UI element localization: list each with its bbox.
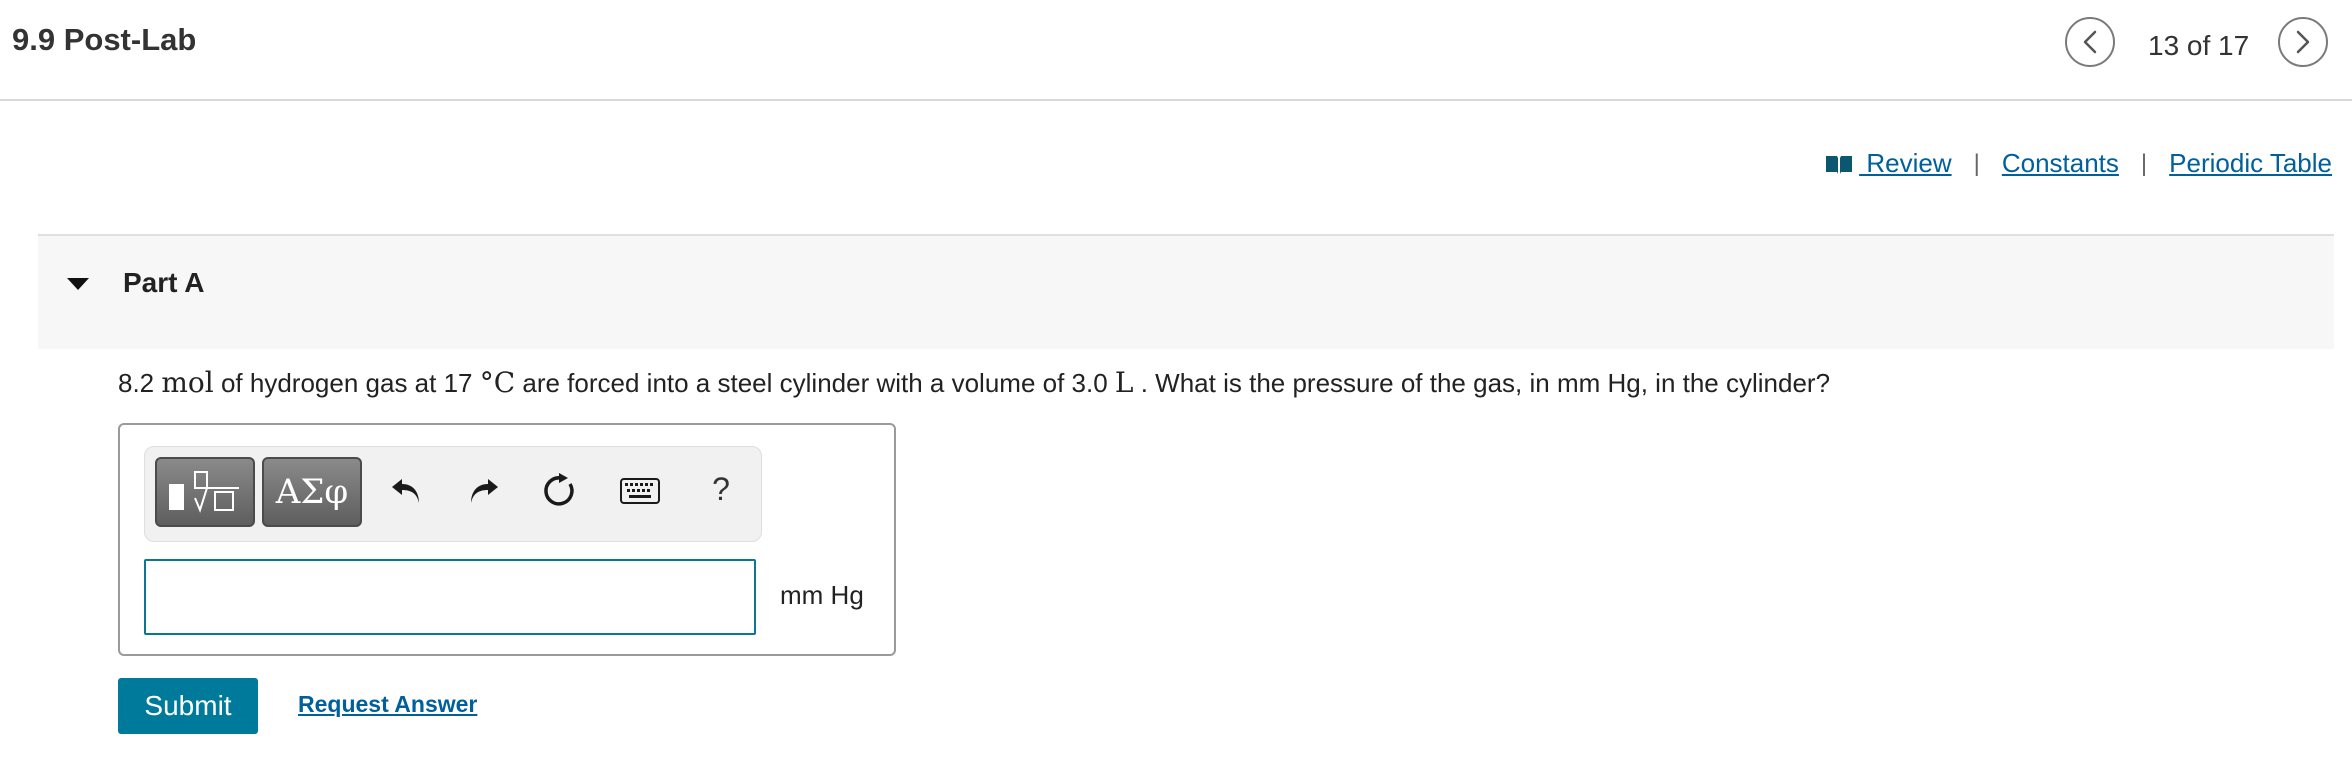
assignment-title: 9.9 Post-Lab	[12, 22, 197, 57]
review-link-label: Review	[1859, 148, 1952, 178]
link-separator: |	[2140, 149, 2148, 177]
submit-button[interactable]: Submit	[118, 678, 258, 734]
caret-down-icon[interactable]	[66, 276, 90, 292]
volume-unit: L	[1114, 366, 1134, 399]
temperature-unit: °C	[479, 366, 516, 399]
undo-icon[interactable]	[385, 469, 429, 513]
answer-unit: mm Hg	[780, 580, 864, 610]
header-bar: 9.9 Post-Lab 13 of 17	[0, 0, 2352, 101]
fraction-root-icon	[169, 471, 239, 513]
keyboard-icon[interactable]	[618, 469, 662, 513]
question-segment: are forced into a steel cylinder with a …	[515, 368, 1115, 398]
templates-button[interactable]	[155, 457, 255, 527]
chevron-left-icon	[2083, 30, 2097, 54]
part-header[interactable]: Part A	[38, 234, 2334, 349]
review-link[interactable]: Review	[1825, 148, 1952, 179]
part-label: Part A	[123, 267, 205, 298]
previous-button[interactable]	[2065, 17, 2115, 67]
question-segment: of hydrogen gas at 17	[213, 368, 480, 398]
symbols-button[interactable]: ΑΣφ	[262, 457, 362, 527]
reset-icon[interactable]	[539, 469, 583, 513]
answer-input[interactable]	[144, 559, 756, 635]
resource-links: Review | Constants | Periodic Table	[1825, 148, 2332, 179]
help-button[interactable]: ?	[699, 467, 743, 511]
chevron-right-icon	[2296, 30, 2310, 54]
book-icon	[1826, 156, 1853, 174]
request-answer-link[interactable]: Request Answer	[298, 691, 477, 718]
question-segment: 8.2	[118, 368, 162, 398]
answer-box: ΑΣφ ? mm Hg	[118, 423, 896, 656]
redo-icon[interactable]	[461, 469, 505, 513]
mol-unit: mol	[161, 366, 214, 399]
question-segment: . What is the pressure of the gas, in mm…	[1133, 368, 1831, 398]
link-separator: |	[1973, 149, 1980, 177]
question-text: 8.2 mol of hydrogen gas at 17 °C are for…	[118, 366, 1830, 399]
next-button[interactable]	[2278, 17, 2328, 67]
periodic-table-link[interactable]: Periodic Table	[2169, 148, 2332, 179]
item-counter: 13 of 17	[2148, 30, 2250, 61]
math-toolbar: ΑΣφ ?	[144, 446, 762, 542]
constants-link[interactable]: Constants	[2002, 148, 2119, 179]
